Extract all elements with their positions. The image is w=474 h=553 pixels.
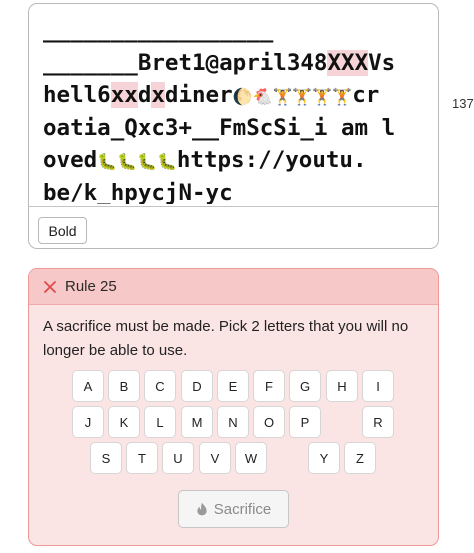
editor-divider bbox=[29, 206, 438, 207]
sacrifice-label: Sacrifice bbox=[213, 500, 272, 518]
key-d[interactable]: D bbox=[181, 370, 213, 402]
password-line: be/k_hpycjN-yc bbox=[43, 177, 433, 205]
password-segment: oatia_Qxc3+__FmScSi_i am l bbox=[43, 114, 396, 141]
password-line: _________________ bbox=[43, 14, 433, 47]
keyboard-row-3: STUVW YZ bbox=[29, 442, 438, 474]
key-a[interactable]: A bbox=[72, 370, 104, 402]
key-n[interactable]: N bbox=[217, 406, 249, 438]
password-segment: Vs bbox=[368, 49, 396, 76]
keyboard-row-1: ABCDEFGHI bbox=[29, 370, 438, 402]
character-count: 137 bbox=[452, 96, 474, 111]
bold-button[interactable]: Bold bbox=[38, 217, 87, 244]
password-editor[interactable]: _________________ _______Bret1@april348XX… bbox=[28, 3, 439, 249]
rule-card: Rule 25 A sacrifice must be made. Pick 2… bbox=[28, 268, 439, 546]
key-l[interactable]: L bbox=[144, 406, 176, 438]
password-segment: d bbox=[137, 82, 152, 108]
password-line: _______Bret1@april348XXXVs bbox=[43, 47, 433, 80]
key-f[interactable]: F bbox=[253, 370, 285, 402]
key-r[interactable]: R bbox=[362, 406, 394, 438]
highlighted-violation: xx bbox=[110, 82, 138, 108]
key-o[interactable]: O bbox=[253, 406, 285, 438]
password-segment: cr bbox=[352, 82, 380, 108]
highlighted-violation: x bbox=[151, 82, 165, 108]
sacrifice-button[interactable]: Sacrifice bbox=[178, 490, 289, 528]
key-c[interactable]: C bbox=[144, 370, 176, 402]
keyboard-row-2: JKLMNOP R bbox=[29, 406, 438, 438]
close-x-icon bbox=[44, 280, 56, 293]
password-segment: https://youtu. bbox=[176, 147, 367, 173]
key-t[interactable]: T bbox=[126, 442, 158, 474]
key-j[interactable]: J bbox=[72, 406, 104, 438]
key-p[interactable]: P bbox=[289, 406, 321, 438]
password-line: oved🐛🐛🐛🐛https://youtu. bbox=[43, 144, 433, 177]
key-g[interactable]: G bbox=[289, 370, 321, 402]
key-y[interactable]: Y bbox=[308, 442, 340, 474]
password-line: oatia_Qxc3+__FmScSi_i am l bbox=[43, 112, 433, 145]
key-w[interactable]: W bbox=[235, 442, 267, 474]
key-k[interactable]: K bbox=[108, 406, 140, 438]
key-u[interactable]: U bbox=[162, 442, 194, 474]
password-line: hell6xxdxdiner🌔🐔🏋️🏋️🏋️🏋️cr bbox=[43, 79, 433, 112]
password-segment: _________________ bbox=[43, 17, 274, 43]
password-segment: _______Bret1@april348 bbox=[43, 49, 328, 76]
key-v[interactable]: V bbox=[199, 442, 231, 474]
key-b[interactable]: B bbox=[108, 370, 140, 402]
password-segment: be/k_hpycjN-yc bbox=[43, 179, 233, 205]
rule-title: Rule 25 bbox=[65, 278, 117, 295]
rule-description: A sacrifice must be made. Pick 2 letters… bbox=[43, 318, 409, 359]
rule-header: Rule 25 bbox=[29, 269, 438, 305]
key-h[interactable]: H bbox=[326, 370, 358, 402]
emoji-segment: 🌔🐔🏋️🏋️🏋️🏋️ bbox=[232, 87, 353, 106]
key-s[interactable]: S bbox=[90, 442, 122, 474]
password-segment: hell6 bbox=[43, 82, 111, 108]
flame-icon bbox=[197, 502, 207, 516]
highlighted-violation: XXX bbox=[327, 49, 369, 76]
password-segment: oved bbox=[43, 147, 98, 173]
password-segment: diner bbox=[164, 82, 233, 108]
key-e[interactable]: E bbox=[217, 370, 249, 402]
key-i[interactable]: I bbox=[362, 370, 394, 402]
password-text[interactable]: _________________ _______Bret1@april348XX… bbox=[43, 14, 433, 204]
key-m[interactable]: M bbox=[181, 406, 213, 438]
key-z[interactable]: Z bbox=[344, 442, 376, 474]
emoji-segment: 🐛🐛🐛🐛 bbox=[97, 152, 177, 171]
